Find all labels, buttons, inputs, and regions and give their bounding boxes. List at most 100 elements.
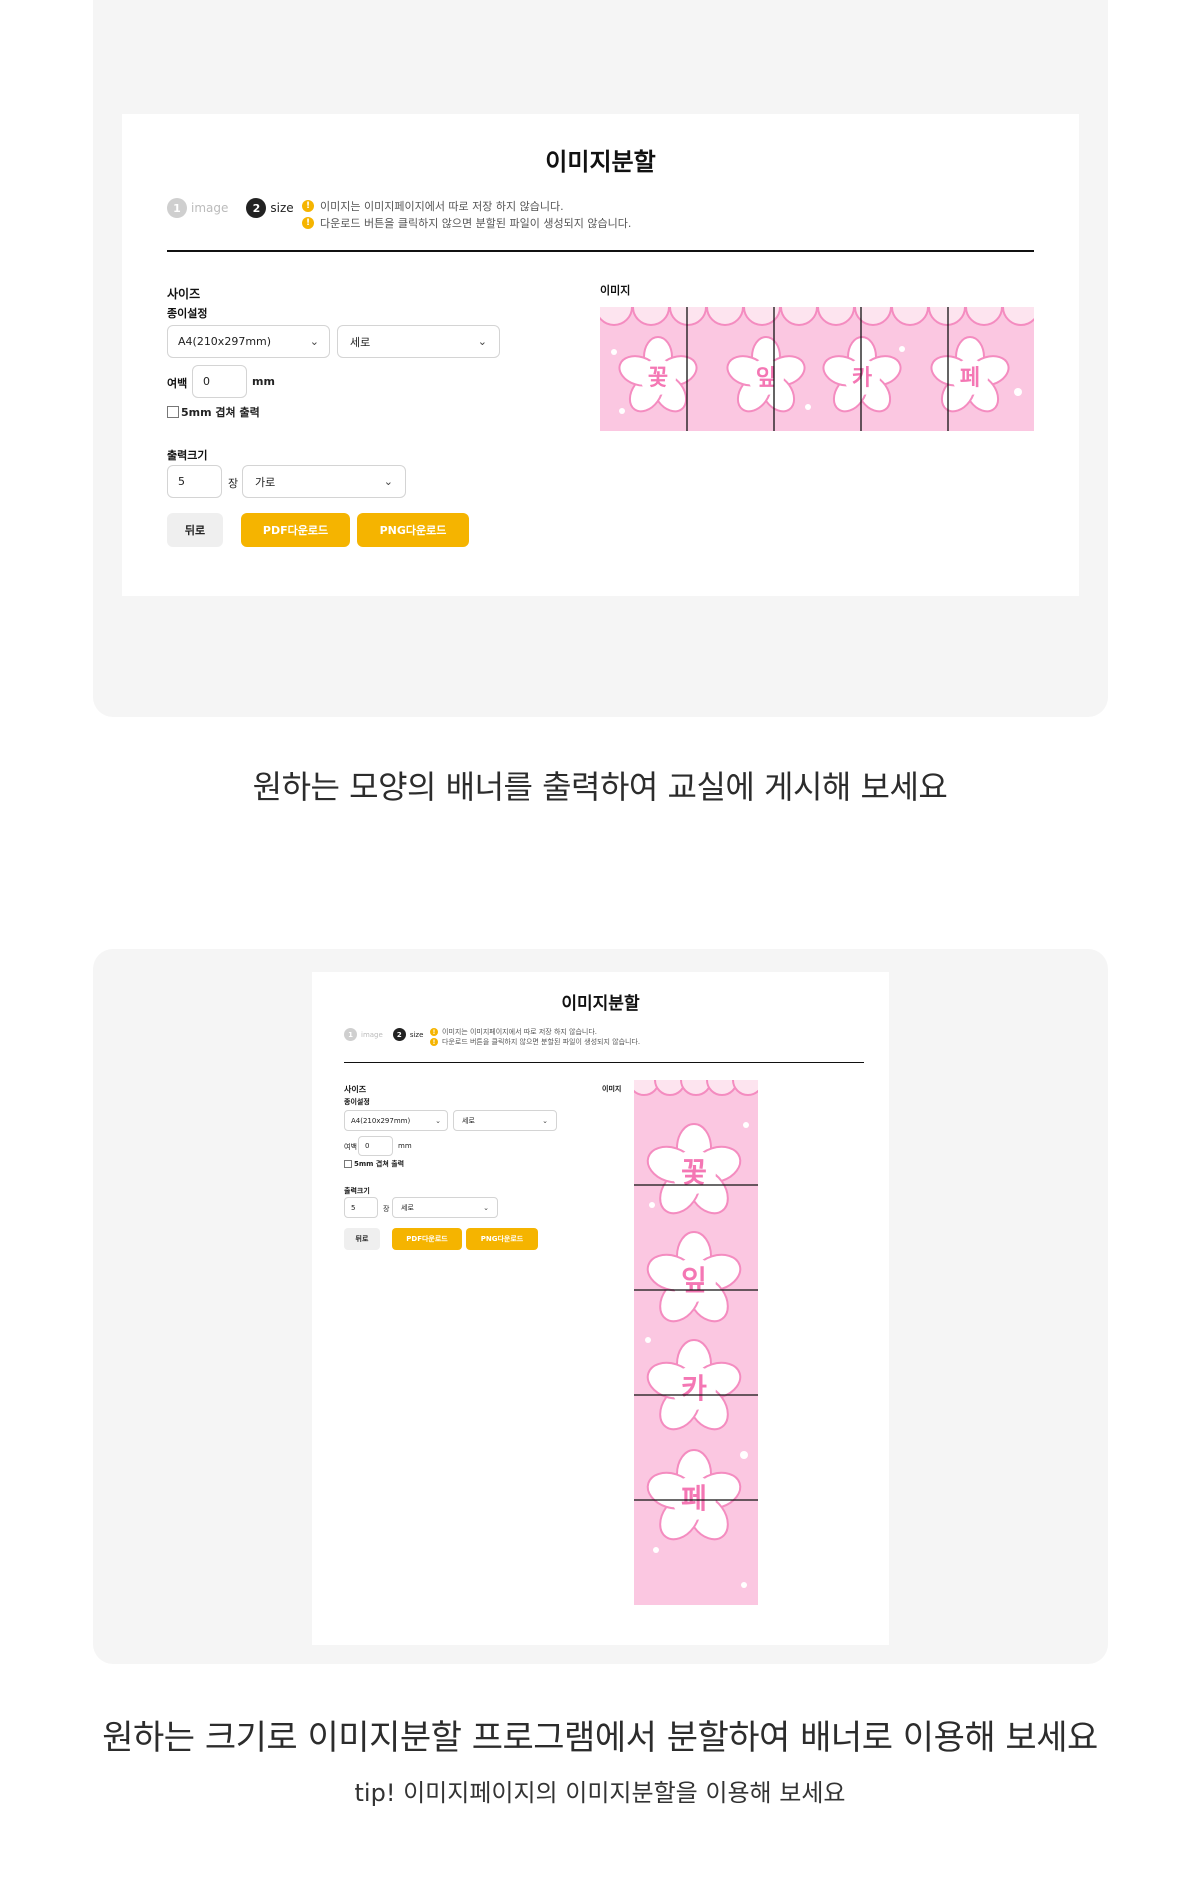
output-unit: 장 xyxy=(383,1205,390,1213)
step-number: 2 xyxy=(392,1028,406,1041)
notice-item: ! 다운로드 버튼을 클릭하지 않으면 분할된 파일이 생성되지 않습니다. xyxy=(302,214,631,231)
paper-size-select[interactable]: A4(210x297mm) ⌄ xyxy=(344,1110,448,1131)
orientation-select[interactable]: 세로 ⌄ xyxy=(453,1110,557,1131)
banner-letter: 페 xyxy=(681,1482,707,1515)
checkbox-box[interactable] xyxy=(344,1160,352,1168)
direction-select[interactable]: 세로 ⌄ xyxy=(392,1197,498,1218)
overlap-checkbox[interactable]: 5mm 겹쳐 출력 xyxy=(167,404,260,420)
step-label: image xyxy=(361,1030,383,1039)
warning-icon: ! xyxy=(302,199,314,212)
notice-item: ! 다운로드 버튼을 클릭하지 않으면 분할된 파일이 생성되지 않습니다. xyxy=(430,1037,640,1047)
chevron-down-icon: ⌄ xyxy=(383,475,393,488)
banner-letter: 카 xyxy=(681,1372,707,1405)
step-label: image xyxy=(191,201,229,215)
step-size[interactable]: 2 size xyxy=(246,198,294,218)
input-value: 5 xyxy=(351,1203,356,1212)
output-count-input[interactable]: 5 xyxy=(167,465,222,498)
banner-letter: 페 xyxy=(960,366,980,391)
output-size-label: 출력크기 xyxy=(167,449,208,462)
step-image[interactable]: 1 image xyxy=(344,1028,383,1041)
select-value: 세로 xyxy=(462,1116,475,1125)
margin-unit: mm xyxy=(398,1142,412,1150)
orientation-select[interactable]: 세로 ⌄ xyxy=(337,325,500,358)
margin-label: 여백 xyxy=(344,1143,357,1151)
banner-letter: 카 xyxy=(852,366,872,391)
image-label: 이미지 xyxy=(602,1085,622,1093)
margin-input[interactable]: 0 xyxy=(358,1136,393,1156)
output-size-label: 출력크기 xyxy=(344,1187,370,1195)
margin-unit: mm xyxy=(252,375,275,388)
notice-text: 다운로드 버튼을 클릭하지 않으면 분할된 파일이 생성되지 않습니다. xyxy=(442,1038,641,1046)
notice-text: 이미지는 이미지페이지에서 따로 저장 하지 않습니다. xyxy=(442,1028,598,1036)
png-download-button[interactable]: PNG다운로드 xyxy=(357,513,469,547)
input-value: 0 xyxy=(365,1142,370,1150)
warning-icon: ! xyxy=(430,1028,438,1036)
step-image[interactable]: 1 image xyxy=(167,198,228,218)
banner-letter: 잎 xyxy=(681,1264,707,1297)
margin-label: 여백 xyxy=(167,377,188,390)
step-indicator: 1 image 2 size xyxy=(344,1028,441,1041)
image-split-panel-1: 이미지분할 1 image 2 size ! 이미지는 이미지페이지에서 따로 … xyxy=(122,114,1079,596)
margin-input[interactable]: 0 xyxy=(192,365,247,398)
select-value: A4(210x297mm) xyxy=(351,1116,411,1125)
notice-list: ! 이미지는 이미지페이지에서 따로 저장 하지 않습니다. ! 다운로드 버튼… xyxy=(302,197,631,231)
step-number: 2 xyxy=(246,198,267,218)
divider xyxy=(344,1062,864,1063)
select-value: 세로 xyxy=(350,335,371,349)
chevron-down-icon: ⌄ xyxy=(309,335,319,348)
chevron-down-icon: ⌄ xyxy=(542,1116,548,1125)
image-label: 이미지 xyxy=(600,284,631,297)
step-size[interactable]: 2 size xyxy=(392,1028,424,1041)
banner-letter: 잎 xyxy=(756,366,776,391)
chevron-down-icon: ⌄ xyxy=(483,1203,489,1212)
chevron-down-icon: ⌄ xyxy=(435,1116,441,1125)
notice-list: ! 이미지는 이미지페이지에서 따로 저장 하지 않습니다. ! 다운로드 버튼… xyxy=(430,1027,640,1047)
divider xyxy=(167,250,1034,252)
warning-icon: ! xyxy=(302,216,314,229)
back-button[interactable]: 뒤로 xyxy=(344,1228,380,1250)
paper-label: 종이설정 xyxy=(167,307,208,320)
notice-text: 이미지는 이미지페이지에서 따로 저장 하지 않습니다. xyxy=(320,199,564,213)
select-value: 세로 xyxy=(401,1203,414,1212)
caption-first: 원하는 모양의 배너를 출력하여 교실에 게시해 보세요 xyxy=(252,768,948,806)
notice-item: ! 이미지는 이미지페이지에서 따로 저장 하지 않습니다. xyxy=(430,1027,640,1037)
checkbox-label: 5mm 겹쳐 출력 xyxy=(181,406,260,419)
notice-item: ! 이미지는 이미지페이지에서 따로 저장 하지 않습니다. xyxy=(302,197,631,214)
size-heading: 사이즈 xyxy=(167,287,201,301)
size-heading: 사이즈 xyxy=(344,1085,367,1094)
select-value: A4(210x297mm) xyxy=(178,335,272,348)
caption-tip: tip! 이미지페이지의 이미지분할을 이용해 보세요 xyxy=(354,1779,846,1807)
overlap-checkbox[interactable]: 5mm 겹쳐 출력 xyxy=(344,1159,404,1169)
step-label: size xyxy=(409,1030,424,1039)
direction-select[interactable]: 가로 ⌄ xyxy=(242,465,406,498)
banner-preview-horizontal: 꽃 잎 카 페 xyxy=(600,307,1034,431)
banner-letter: 꽃 xyxy=(648,366,668,391)
output-unit: 장 xyxy=(228,477,239,490)
input-value: 0 xyxy=(203,375,210,388)
paper-label: 종이설정 xyxy=(344,1098,370,1106)
step-number: 1 xyxy=(167,198,187,218)
banner-preview-vertical: 꽃 잎 카 페 xyxy=(634,1080,758,1605)
chevron-down-icon: ⌄ xyxy=(477,335,487,348)
png-download-button[interactable]: PNG다운로드 xyxy=(466,1228,538,1250)
step-number: 1 xyxy=(344,1028,357,1041)
image-split-panel-2: 이미지분할 1 image 2 size ! 이미지는 이미지페이지에서 따로 … xyxy=(312,972,889,1645)
output-count-input[interactable]: 5 xyxy=(344,1197,378,1218)
pdf-download-button[interactable]: PDF다운로드 xyxy=(241,513,350,547)
banner-letter: 꽃 xyxy=(681,1156,707,1189)
notice-text: 다운로드 버튼을 클릭하지 않으면 분할된 파일이 생성되지 않습니다. xyxy=(320,216,632,230)
page-title: 이미지분할 xyxy=(545,148,656,176)
warning-icon: ! xyxy=(430,1038,438,1046)
input-value: 5 xyxy=(178,475,185,488)
back-button[interactable]: 뒤로 xyxy=(167,513,223,547)
paper-size-select[interactable]: A4(210x297mm) ⌄ xyxy=(167,325,330,358)
select-value: 가로 xyxy=(255,475,276,489)
step-label: size xyxy=(270,201,294,215)
caption-second: 원하는 크기로 이미지분할 프로그램에서 분할하여 배너로 이용해 보세요 xyxy=(102,1718,1098,1758)
page-title: 이미지분할 xyxy=(561,994,640,1014)
scallop-edge xyxy=(634,1080,758,1096)
pdf-download-button[interactable]: PDF다운로드 xyxy=(392,1228,462,1250)
step-indicator: 1 image 2 size xyxy=(167,198,312,218)
checkbox-label: 5mm 겹쳐 출력 xyxy=(354,1160,405,1168)
checkbox-box[interactable] xyxy=(167,406,179,418)
